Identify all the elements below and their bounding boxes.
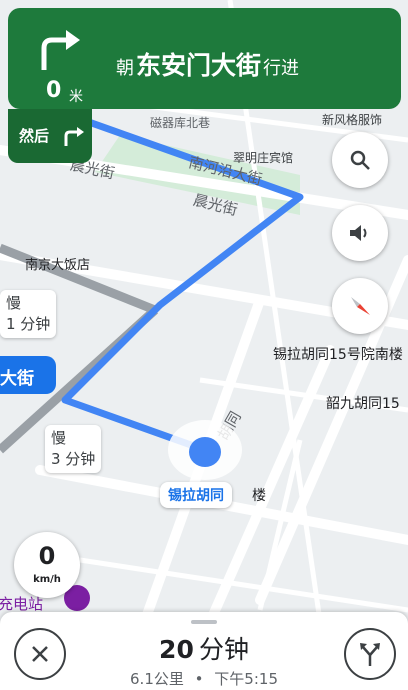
traffic-time: 3 分钟 [51,450,96,468]
search-icon [350,150,370,170]
turn-right-icon [41,30,80,70]
trip-distance: 6.1公里 [130,670,184,688]
next-turn-right-icon [64,127,84,146]
distance-value: 0 [46,78,62,103]
search-button[interactable] [332,132,388,188]
volume-icon [350,225,367,241]
eta-number: 20 [159,635,194,664]
compass-icon [351,297,370,315]
then-label: 然后 [19,127,50,145]
navigation-banner[interactable]: 0 米 朝东安门大街 行进 [8,8,401,109]
current-street-label: 大街 [0,369,34,389]
traffic-delay-bubble: 慢 1 分钟 [0,290,57,338]
compass-button[interactable] [332,278,388,334]
instruction-prefix: 朝 [116,58,134,79]
separator-dot: • [194,670,204,688]
speed-unit: km/h [33,574,61,585]
map-label-courtyard: 锡拉胡同15号院南楼 [273,347,403,363]
current-location-dot[interactable] [189,437,221,467]
map-label-shaojiu: 韶九胡同15 [326,396,400,412]
speedometer: 0 km/h [14,532,80,598]
instruction-street: 东安门大街 [136,51,262,80]
map-label-building: 楼 [252,488,266,504]
alternate-routes-icon [360,643,380,666]
traffic-delay-bubble: 慢 3 分钟 [45,425,102,473]
then-step[interactable]: 然后 [8,109,92,163]
instruction-text: 朝东安门大街 行进 [116,46,299,82]
current-location-label: 锡拉胡同 [160,482,232,508]
eta-unit: 分钟 [198,635,249,664]
map-label-nanjing-hotel: 南京大饭店 [25,258,91,273]
trip-summary-sheet[interactable]: 20 分钟 6.1公里 • 下午5:15 [0,612,408,690]
speed-value: 0 [38,542,56,570]
trip-details: 6.1公里 • 下午5:15 [0,668,408,689]
distance-unit: 米 [69,89,83,105]
traffic-time: 1 分钟 [6,315,51,333]
arrival-time: 下午5:15 [214,670,278,688]
instruction-suffix: 行进 [263,58,300,79]
alternate-routes-button[interactable] [344,628,396,680]
map-label-xinfengge: 新风格服饰 [322,113,383,127]
traffic-status: 慢 [51,429,67,447]
traffic-status: 慢 [6,294,22,312]
drag-handle[interactable] [191,620,217,624]
sound-button[interactable] [332,205,388,261]
map-label-lane: 磁器库北巷 [150,116,211,130]
current-street-pill: 大街 [0,356,56,394]
